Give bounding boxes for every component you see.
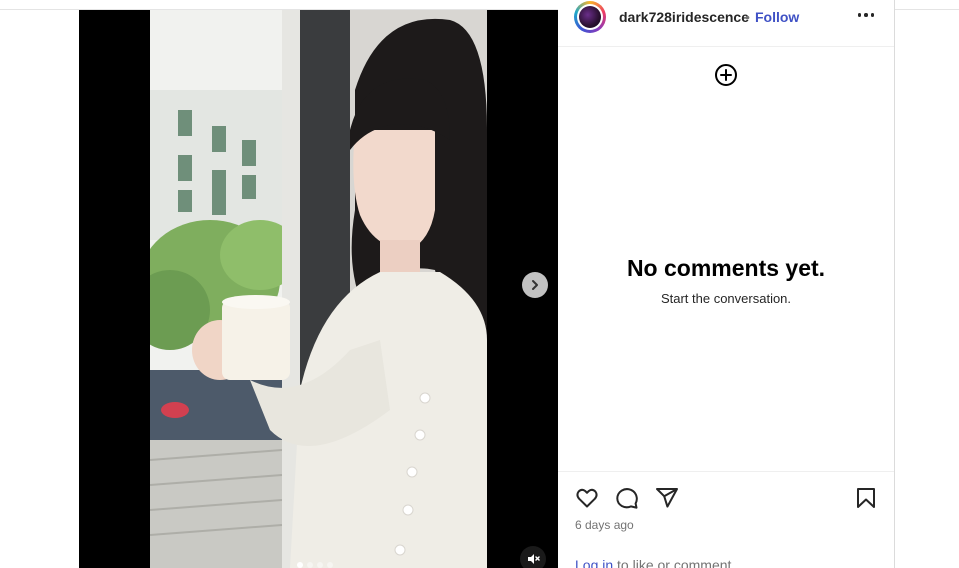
- header-separator: •: [745, 9, 750, 25]
- mute-toggle-button[interactable]: [520, 546, 546, 568]
- heart-icon: [576, 488, 598, 508]
- more-horizontal-icon: [870, 13, 875, 17]
- bookmark-icon: [857, 488, 875, 508]
- more-horizontal-icon: [864, 13, 868, 17]
- photo-illustration: [150, 10, 487, 568]
- carousel-dot: [307, 562, 313, 568]
- empty-comments-title: No comments yet.: [626, 255, 826, 281]
- carousel-dot: [327, 562, 333, 568]
- share-icon: [656, 488, 678, 508]
- post-header: dark728iridescence • Follow: [558, 0, 894, 47]
- carousel-dot: [317, 562, 323, 568]
- empty-comments-subtitle: Start the conversation.: [660, 291, 792, 306]
- next-media-button[interactable]: [522, 272, 548, 298]
- carousel-indicator: [297, 562, 333, 568]
- avatar-ring: [577, 4, 603, 30]
- muted-speaker-icon: [528, 554, 540, 564]
- like-button[interactable]: [574, 485, 600, 511]
- post-modal: dark728iridescence • Follow No comments …: [0, 0, 959, 568]
- login-prompt: Log in to like or comment.: [575, 557, 735, 568]
- more-horizontal-icon: [857, 13, 862, 17]
- avatar[interactable]: [574, 1, 606, 33]
- more-options-button[interactable]: [853, 5, 879, 25]
- login-prompt-text: to like or comment.: [613, 557, 736, 568]
- share-button[interactable]: [654, 485, 680, 511]
- comments-panel: dark728iridescence • Follow No comments …: [558, 0, 895, 568]
- post-timestamp: 6 days ago: [575, 518, 634, 532]
- save-button[interactable]: [853, 485, 879, 511]
- chevron-right-icon: [532, 280, 538, 290]
- username-link[interactable]: dark728iridescence: [619, 9, 749, 25]
- add-circle-icon[interactable]: [714, 63, 738, 87]
- carousel-dot: [297, 562, 303, 568]
- avatar-image: [579, 6, 601, 28]
- follow-button[interactable]: Follow: [755, 9, 799, 25]
- comment-button[interactable]: [614, 485, 640, 511]
- login-link[interactable]: Log in: [575, 557, 613, 568]
- actions-divider: [558, 471, 894, 472]
- post-photo: [150, 10, 487, 568]
- media-panel[interactable]: [79, 10, 558, 568]
- comment-icon: [616, 488, 638, 509]
